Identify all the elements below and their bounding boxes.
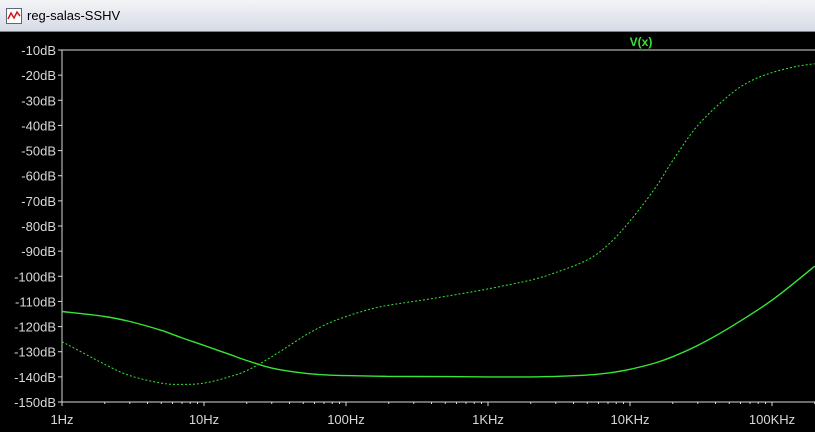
y-tick-label: -150dB: [14, 395, 56, 410]
x-tick-label: 10KHz: [610, 412, 649, 427]
y-tick-label: -20dB: [21, 68, 56, 83]
trace-phase-dotted: [61, 63, 815, 385]
y-tick-label: -130dB: [14, 345, 56, 360]
y-tick-label: -90dB: [21, 244, 56, 259]
y-tick-label: -110dB: [15, 294, 56, 309]
y-tick-label: -100dB: [14, 269, 56, 284]
y-tick-label: -120dB: [14, 320, 56, 335]
y-tick-label: -80dB: [21, 219, 56, 234]
trace-magnitude-solid: [61, 265, 815, 378]
y-tick-label: -140dB: [14, 370, 56, 385]
x-tick-label: 1KHz: [472, 412, 504, 427]
plot-pane[interactable]: -10dB -20dB -30dB -40dB -50dB -60dB -70dB -80dB…: [0, 32, 815, 432]
y-tick-label: -30dB: [21, 93, 56, 108]
x-tick-label: 100KHz: [749, 412, 795, 427]
legend-entry[interactable]: V(x): [630, 35, 653, 49]
x-tick-label: 100Hz: [327, 412, 365, 427]
window-title: reg-salas-SSHV: [27, 8, 121, 23]
y-tick-label: -10dB: [21, 43, 56, 58]
x-tick-label: 1Hz: [50, 412, 73, 427]
x-axis: 1Hz 10Hz 100Hz 1KHz 10KHz 100KHz: [50, 402, 815, 427]
plot-area-border: [61, 49, 815, 403]
waveform-window-icon: [6, 8, 22, 24]
y-tick-label: -40dB: [21, 118, 56, 133]
bode-plot[interactable]: -10dB -20dB -30dB -40dB -50dB -60dB -70dB -80dB…: [0, 32, 815, 432]
traces: [61, 63, 815, 385]
window-title-bar[interactable]: reg-salas-SSHV: [0, 0, 815, 32]
y-tick-label: -60dB: [21, 169, 56, 184]
y-axis: -10dB -20dB -30dB -40dB -50dB -60dB -70dB -80dB…: [14, 43, 62, 410]
y-tick-label: -50dB: [21, 144, 56, 159]
y-tick-label: -70dB: [21, 194, 56, 209]
x-tick-label: 10Hz: [189, 412, 219, 427]
